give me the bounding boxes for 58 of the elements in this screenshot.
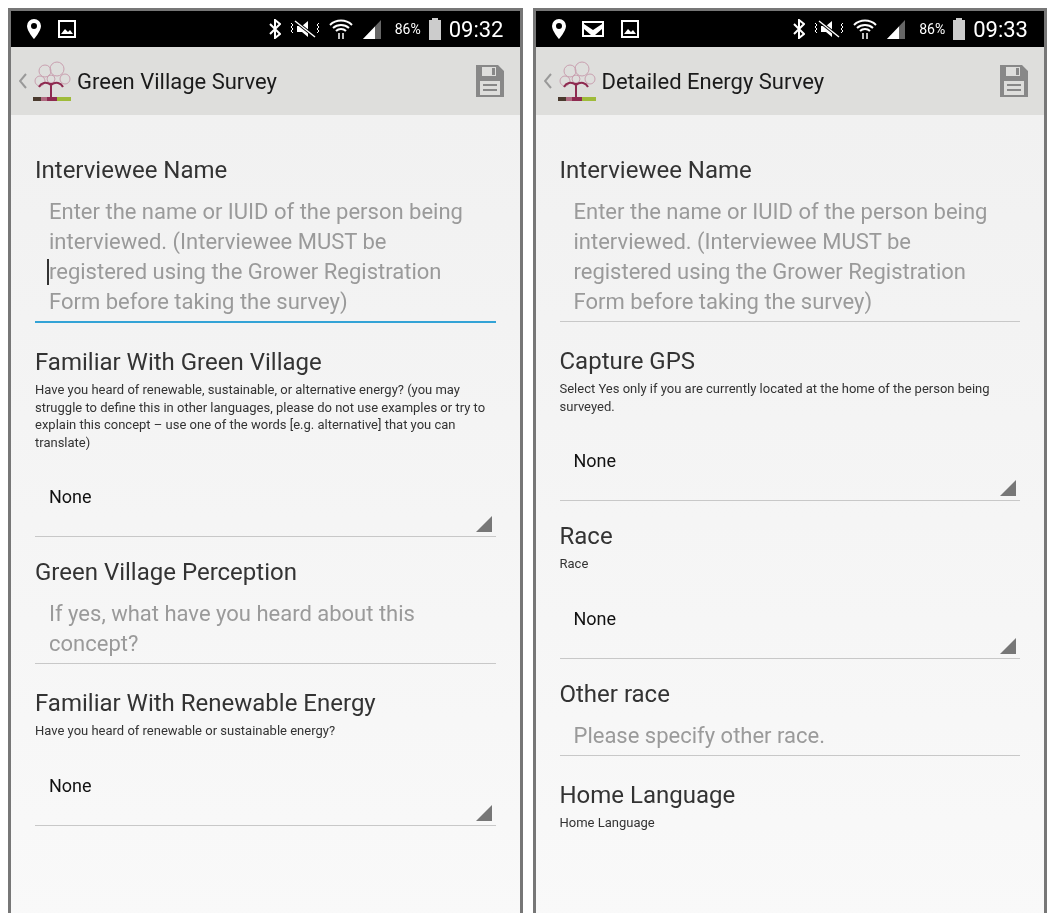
field-label: Familiar With Renewable Energy	[35, 688, 377, 718]
field-help-text: Have you heard of renewable or sustainable energy?	[35, 722, 337, 740]
placeholder-text: If yes, what have you heard about this concept?	[49, 601, 415, 656]
field-label: Other race	[559, 678, 671, 709]
dropdown-corner-icon	[475, 804, 492, 821]
placeholder-text: Enter the name or IUID of the person being interviewed. (Interviewee MUST be registered using the Grower Registration Form before taking the survey)	[49, 199, 463, 314]
muted-speaker-icon	[288, 19, 321, 39]
field-label: Green Village Perception	[35, 557, 298, 587]
dropdown-corner-icon	[1000, 480, 1016, 496]
dropdown-corner-icon	[1000, 637, 1016, 654]
location-pin-icon	[551, 19, 566, 39]
field-label: Familiar With Green Village	[35, 347, 323, 377]
field-label: Interviewee Name	[35, 155, 229, 185]
clock-time: 09:33	[973, 15, 1028, 44]
dropdown-value: None	[49, 485, 92, 509]
battery-icon	[428, 18, 441, 40]
location-pin-icon	[27, 19, 41, 39]
field-help-text: Home Language	[559, 813, 656, 831]
field-label: Home Language	[559, 779, 737, 810]
image-icon	[619, 19, 640, 39]
save-icon[interactable]	[1000, 65, 1028, 97]
bluetooth-icon	[793, 19, 806, 39]
field-label: Capture GPS	[559, 346, 697, 376]
signal-icon	[360, 19, 383, 39]
dropdown-field[interactable]: None	[559, 439, 1020, 501]
battery-percent: 86%	[919, 19, 946, 39]
dropdown-field[interactable]: None	[559, 596, 1020, 659]
field-label: Interviewee Name	[559, 155, 753, 185]
dropdown-field[interactable]: None	[35, 763, 496, 826]
save-icon[interactable]	[475, 65, 504, 97]
image-icon	[57, 19, 77, 39]
screen-title: Green Village Survey	[77, 67, 277, 96]
wifi-icon	[328, 18, 353, 40]
placeholder-text: Please specify other race.	[573, 722, 825, 748]
back-chevron-icon[interactable]	[19, 73, 27, 89]
text-cursor	[47, 259, 49, 285]
field-label: Race	[559, 521, 614, 551]
bluetooth-icon	[268, 19, 281, 39]
field-help-text: Select Yes only if you are currently located at the home of the person being surveyed.	[559, 380, 991, 415]
dropdown-field[interactable]: None	[35, 475, 496, 537]
muted-speaker-icon	[813, 19, 846, 39]
tree-logo-icon	[31, 59, 73, 103]
dropdown-value: None	[573, 449, 617, 473]
dropdown-value: None	[49, 773, 92, 798]
back-chevron-icon[interactable]	[543, 73, 552, 89]
signal-icon	[885, 19, 908, 39]
tree-logo-icon	[555, 59, 598, 103]
screen-title: Detailed Energy Survey	[601, 67, 825, 96]
field-help-text: Have you heard of renewable, sustainable, or alternative energy? (you may struggle to define this in other languages, please do not use examples or try to explain this concept – use one of the words [e.g. alternative] that you can translate)	[35, 381, 487, 451]
battery-icon	[953, 18, 966, 40]
battery-percent: 86%	[394, 19, 421, 39]
field-help-text: Race	[559, 555, 590, 573]
placeholder-text: Enter the name or IUID of the person being interviewed. (Interviewee MUST be registered using the Grower Registration Form before taking the survey)	[573, 199, 988, 314]
dropdown-corner-icon	[475, 516, 492, 532]
clock-time: 09:32	[448, 15, 504, 44]
dropdown-value: None	[573, 606, 617, 631]
envelope-icon	[581, 21, 604, 37]
wifi-icon	[853, 18, 878, 40]
